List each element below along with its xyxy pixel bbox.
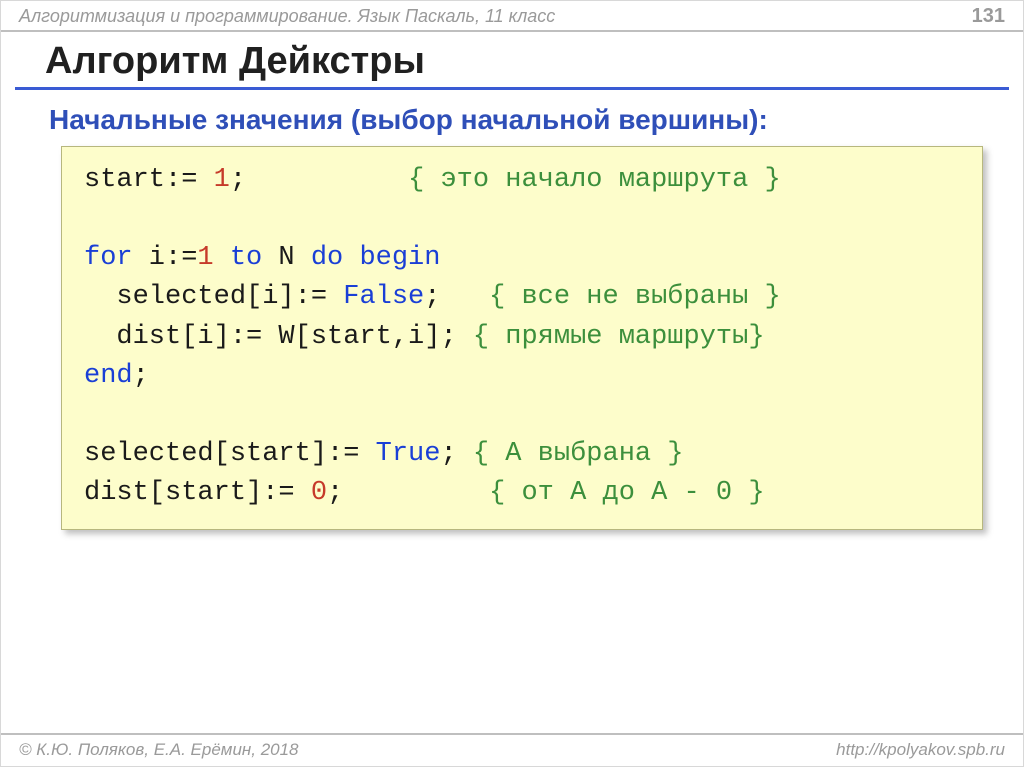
section-subtitle: Начальные значения (выбор начальной верш… — [1, 104, 1023, 146]
code-text: selected[i]:= — [84, 282, 343, 312]
code-text: ; — [424, 282, 489, 312]
footer-url: http://kpolyakov.spb.ru — [836, 740, 1005, 760]
code-text: dist[start]:= — [84, 478, 311, 508]
code-text: start:= — [84, 165, 214, 195]
code-text: ; — [230, 165, 408, 195]
breadcrumb: Алгоритмизация и программирование. Язык … — [19, 6, 555, 27]
code-comment: { это начало маршрута } — [408, 165, 781, 195]
code-comment: { прямые маршруты} — [473, 322, 765, 352]
code-text: i:= — [133, 243, 198, 273]
code-keyword: for — [84, 243, 133, 273]
header-bar: Алгоритмизация и программирование. Язык … — [1, 1, 1023, 32]
code-text: N — [262, 243, 311, 273]
footer-bar: © К.Ю. Поляков, Е.А. Ерёмин, 2018 http:/… — [1, 733, 1023, 766]
code-text: dist[i]:= W[start,i]; — [84, 322, 473, 352]
code-keyword: to — [230, 243, 262, 273]
slide: Алгоритмизация и программирование. Язык … — [0, 0, 1024, 767]
code-keyword: False — [343, 282, 424, 312]
code-text: selected[start]:= — [84, 439, 376, 469]
code-block: start:= 1; { это начало маршрута } for i… — [61, 146, 983, 530]
code-number: 1 — [197, 243, 213, 273]
page-title: Алгоритм Дейкстры — [15, 32, 1009, 90]
page-number: 131 — [972, 5, 1005, 28]
code-comment: { все не выбраны } — [489, 282, 781, 312]
code-text: ; — [133, 361, 149, 391]
code-number: 0 — [311, 478, 327, 508]
code-keyword: end — [84, 361, 133, 391]
code-text: ; — [440, 439, 472, 469]
code-keyword: do begin — [311, 243, 441, 273]
code-number: 1 — [214, 165, 230, 195]
code-comment: { от A до A - 0 } — [489, 478, 764, 508]
code-comment: { A выбрана } — [473, 439, 684, 469]
code-text: ; — [327, 478, 489, 508]
copyright-text: © К.Ю. Поляков, Е.А. Ерёмин, 2018 — [19, 740, 299, 760]
code-keyword: True — [376, 439, 441, 469]
code-text — [214, 243, 230, 273]
